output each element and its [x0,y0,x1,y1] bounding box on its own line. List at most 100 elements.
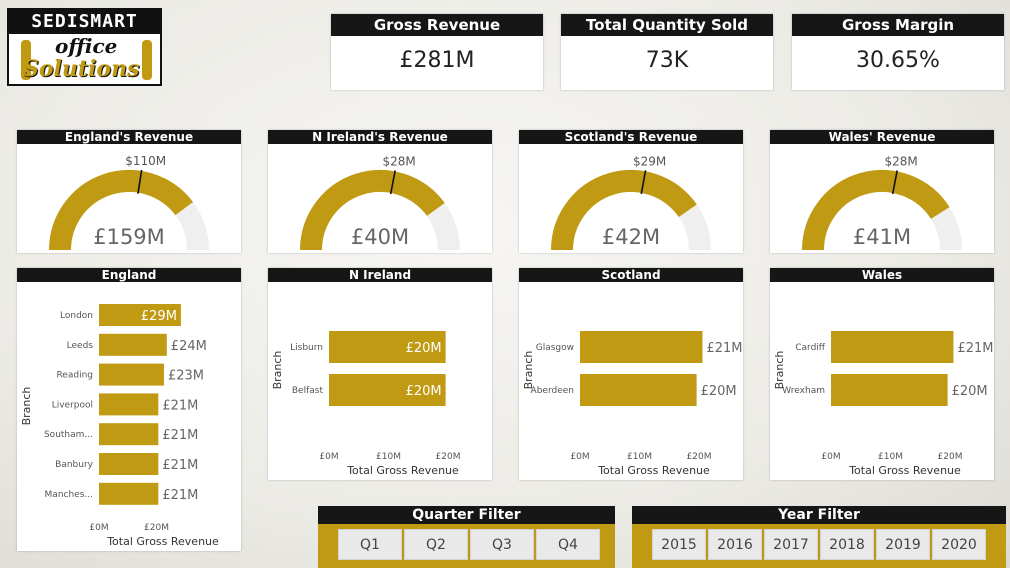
bar[interactable] [99,453,159,475]
data-label: £20M [406,384,442,399]
data-label: £21M [957,341,993,356]
quarter-filter-title: Quarter Filter [318,506,615,524]
category-label: Belfast [292,386,324,396]
bar[interactable] [99,482,159,505]
category-label: Leeds [67,341,94,351]
x-tick-label: £10M [627,452,652,462]
y-axis-title: Branch [522,351,535,390]
bar-chart-n-ireland[interactable]: N Ireland Lisburn £20M Belfast £20M £0M £10M £… [268,268,492,480]
quarter-filter: Quarter Filter Q1 Q2 Q3 Q4 [318,506,615,568]
x-tick-label: £20M [938,452,963,462]
category-label: Lisburn [290,343,323,353]
logo-brand-text: SEDISMART [9,10,160,34]
data-label: £20M [406,341,442,356]
kpi-title: Gross Margin [792,14,1004,36]
data-label: £21M [162,488,198,503]
quarter-option-q2[interactable]: Q2 [404,529,468,560]
quarter-option-q1[interactable]: Q1 [338,529,402,560]
category-label: Manches... [45,490,93,500]
kpi-value: £281M [399,48,475,73]
x-tick-label: £0M [319,452,338,462]
category-label: Glasgow [536,343,574,353]
bar-chart-england[interactable]: England London £29M Leeds £24M Reading £23M Li… [17,268,241,551]
bar-chart-svg: Lisburn £20M Belfast £20M £0M £10M £20M Total G… [271,331,461,477]
category-label: Cardiff [795,343,826,353]
bar[interactable] [99,423,159,446]
bar[interactable] [99,363,164,386]
data-label: £23M [168,369,204,384]
gauge-svg: $28M £41M [802,154,962,251]
category-label: Reading [56,371,93,381]
year-filter-title: Year Filter [632,506,1006,524]
gauge-svg: $29M £42M [551,154,711,251]
x-tick-label: £10M [376,452,401,462]
gauge-value-label: £42M [602,225,660,249]
gauge-target-label: $29M [633,154,666,168]
kpi-title: Gross Revenue [331,14,543,36]
year-option-2020[interactable]: 2020 [932,529,986,560]
category-label: Wrexham [782,386,825,396]
gauge-svg: $110M £159M [49,154,209,251]
y-axis-title: Branch [20,387,33,426]
year-option-2016[interactable]: 2016 [708,529,762,560]
logo-figure-right [142,40,152,80]
bar-chart-scotland[interactable]: Scotland Glasgow £21M Aberdeen £20M £0M £10M £… [519,268,743,480]
gauge-card-wales[interactable]: Wales' Revenue $28M £41M [770,130,994,253]
data-label: £21M [706,341,742,356]
kpi-card-total-quantity[interactable]: Total Quantity Sold 73K [561,14,773,90]
kpi-card-gross-margin[interactable]: Gross Margin 30.65% [792,14,1004,90]
x-tick-label: £10M [878,452,903,462]
year-filter: Year Filter 2015 2016 2017 2018 2019 202… [632,506,1006,568]
bar-chart-wales[interactable]: Wales Cardiff £21M Wrexham £20M £0M £10M £20M T… [770,268,994,480]
x-tick-label: £20M [144,523,169,533]
bar[interactable] [99,393,159,416]
year-option-2017[interactable]: 2017 [764,529,818,560]
data-label: £29M [141,309,177,324]
gauge-card-scotland[interactable]: Scotland's Revenue $29M £42M [519,130,743,253]
gauge-target-label: $28M [885,154,918,168]
bar[interactable] [580,374,697,406]
gauge-value-label: £41M [853,225,911,249]
kpi-value: 73K [645,48,689,73]
x-tick-label: £0M [821,452,840,462]
bar[interactable] [831,331,954,363]
x-axis-title: Total Gross Revenue [597,464,710,477]
category-label: Banbury [55,460,94,470]
gauge-card-england[interactable]: England's Revenue $110M £159M [17,130,241,253]
x-tick-label: £20M [687,452,712,462]
data-label: £20M [701,384,737,399]
logo-office-text: office [55,34,118,58]
bar[interactable] [580,331,703,363]
data-label: £24M [171,339,207,354]
year-option-2019[interactable]: 2019 [876,529,930,560]
x-tick-label: £20M [436,452,461,462]
quarter-option-q3[interactable]: Q3 [470,529,534,560]
quarter-option-q4[interactable]: Q4 [536,529,600,560]
category-label: London [60,311,93,321]
category-label: Southam... [44,430,93,440]
category-label: Liverpool [52,400,93,410]
gauge-svg: $28M £40M [300,154,460,251]
bar[interactable] [831,374,948,406]
x-axis-title: Total Gross Revenue [848,464,961,477]
data-label: £21M [162,458,198,473]
gauge-value-label: £40M [351,225,409,249]
gauge-target-label: $28M [383,154,416,168]
logo-solutions-text: Solutions [23,56,140,82]
x-tick-label: £0M [570,452,589,462]
y-axis-title: Branch [271,351,284,390]
bar-chart-svg: London £29M Leeds £24M Reading £23M Liverpool £… [20,304,219,548]
bar-chart-svg: Glasgow £21M Aberdeen £20M £0M £10M £20M Total … [522,331,742,477]
data-label: £21M [162,428,198,443]
bar-chart-svg: Cardiff £21M Wrexham £20M £0M £10M £20M Total G… [773,331,993,477]
y-axis-title: Branch [773,351,786,390]
year-option-2018[interactable]: 2018 [820,529,874,560]
x-axis-title: Total Gross Revenue [106,535,219,548]
gauge-card-n-ireland[interactable]: N Ireland's Revenue $28M £40M [268,130,492,253]
data-label: £20M [952,384,988,399]
bar[interactable] [99,333,167,356]
company-logo: SEDISMART office Solutions [7,8,162,86]
category-label: Aberdeen [531,386,574,396]
year-option-2015[interactable]: 2015 [652,529,706,560]
kpi-card-gross-revenue[interactable]: Gross Revenue £281M [331,14,543,90]
